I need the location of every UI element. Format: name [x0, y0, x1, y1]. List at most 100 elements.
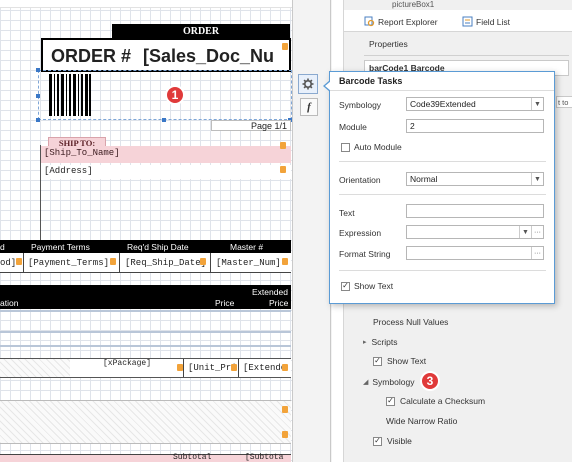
text-input[interactable]: [406, 204, 544, 218]
detail-header: ation Price Extended Price: [0, 285, 291, 309]
property-value-partial[interactable]: t to: [556, 96, 572, 108]
divider: [23, 253, 24, 273]
header-value: [Master_Num]: [216, 258, 281, 268]
auto-module-checkbox[interactable]: Auto Module: [341, 142, 402, 152]
field-marker: [280, 166, 286, 173]
field-marker: [16, 258, 22, 265]
field-marker: [282, 43, 288, 50]
field-marker: [282, 406, 288, 413]
divider: [183, 359, 184, 377]
format-string-input[interactable]: ···: [406, 246, 544, 260]
ship-to-name-field[interactable]: [Ship_To_Name]: [41, 142, 291, 163]
divider: [210, 253, 211, 273]
sales-doc-field: [Sales_Doc_Nu: [143, 46, 275, 66]
address-field[interactable]: [Address]: [41, 165, 291, 179]
tab-field-list[interactable]: Field List: [462, 13, 510, 30]
checkbox-checked-icon[interactable]: ✓: [373, 436, 382, 446]
popup-title: Barcode Tasks: [339, 76, 403, 86]
divider: [238, 359, 239, 377]
tree-item[interactable]: pictureBox1: [364, 0, 564, 10]
page-number-field[interactable]: Page 1/1: [211, 120, 291, 131]
resize-handle[interactable]: [162, 118, 166, 122]
property-process-null-values[interactable]: Process Null Values: [373, 317, 448, 327]
divider: [364, 55, 569, 56]
divider: [330, 90, 554, 91]
header-value: [Req_Ship_Date]: [125, 258, 207, 268]
header-value: [Payment_Terms]: [28, 258, 110, 268]
collapse-arrow-icon: ◢: [363, 379, 369, 386]
chevron-down-icon[interactable]: ▼: [531, 98, 543, 110]
band-separator[interactable]: [0, 331, 291, 333]
divider: [339, 194, 546, 195]
property-scripts[interactable]: ▸ Scripts: [363, 337, 398, 347]
resize-handle[interactable]: [36, 68, 40, 72]
detail-cell: [Extende: [243, 363, 287, 373]
header-values-row[interactable]: od] [Payment_Terms] [Req_Ship_Date] [Mas…: [0, 253, 291, 273]
property-label: Symbology: [372, 377, 415, 387]
order-number-box[interactable]: ORDER # [Sales_Doc_Nu: [41, 38, 291, 72]
expression-input[interactable]: ▼ ···: [406, 225, 544, 239]
property-label: Calculate a Checksum: [400, 396, 486, 406]
field-list-icon: [462, 16, 473, 27]
smart-tag-gutter: [292, 0, 332, 462]
orientation-label: Orientation: [339, 175, 381, 185]
divider: [339, 161, 546, 162]
detail-cell: [xPackage]: [103, 359, 152, 368]
checkbox-unchecked-icon[interactable]: [341, 142, 350, 152]
resize-handle[interactable]: [36, 94, 40, 98]
chevron-down-icon[interactable]: ▼: [519, 226, 531, 238]
detail-header-extended-price: Price: [269, 298, 289, 308]
detail-header-price: Price: [215, 298, 235, 308]
smart-tag-gear-button[interactable]: [298, 74, 318, 94]
ellipsis-button[interactable]: ···: [531, 247, 543, 259]
hatched-band[interactable]: [0, 400, 291, 444]
footer-row[interactable]: Subtotal [Subtota: [0, 453, 291, 462]
property-show-text[interactable]: ✓ Show Text: [373, 356, 426, 366]
report-design-surface[interactable]: ORDER ORDER # [Sales_Doc_Nu Page 1/1 SHI…: [0, 0, 292, 462]
show-text-label: Show Text: [354, 281, 394, 291]
band-separator[interactable]: [0, 345, 291, 347]
resize-handle[interactable]: [36, 118, 40, 122]
top-band-strip: [0, 0, 292, 8]
detail-cell: [Unit_Pri: [188, 363, 237, 373]
field-marker: [282, 258, 288, 265]
checkbox-checked-icon[interactable]: ✓: [386, 396, 395, 406]
barcode-icon: [49, 74, 91, 116]
ellipsis-button[interactable]: ···: [531, 226, 543, 238]
show-text-checkbox[interactable]: ✓ Show Text: [341, 281, 393, 291]
expression-smart-tag-button[interactable]: f: [300, 98, 318, 116]
checkbox-checked-icon[interactable]: ✓: [341, 281, 350, 291]
property-label: Show Text: [387, 356, 427, 366]
detail-row[interactable]: [xPackage] [Unit_Pri [Extende: [0, 358, 291, 378]
chevron-down-icon[interactable]: ▼: [531, 173, 543, 185]
callout-badge: 1: [165, 85, 185, 105]
field-marker: [282, 364, 288, 371]
orientation-dropdown[interactable]: Normal ▼: [406, 172, 544, 186]
symbology-dropdown[interactable]: Code39Extended ▼: [406, 97, 544, 111]
checkbox-checked-icon[interactable]: ✓: [373, 356, 382, 366]
divider: [119, 253, 120, 273]
column-header: Req'd Ship Date: [127, 242, 189, 252]
divider: [339, 270, 546, 271]
module-value: 2: [410, 121, 415, 131]
hatched-area: [0, 359, 70, 377]
format-string-label: Format String: [339, 249, 391, 259]
footer-cell: [Subtota: [245, 453, 284, 462]
orientation-value: Normal: [410, 174, 438, 184]
report-explorer-icon: [364, 16, 375, 27]
header-value: od]: [0, 258, 17, 268]
symbology-label: Symbology: [339, 100, 382, 110]
property-wide-narrow-ratio[interactable]: Wide Narrow Ratio: [386, 416, 457, 426]
property-visible[interactable]: ✓ Visible: [373, 436, 412, 446]
module-input[interactable]: 2: [406, 119, 544, 133]
band-separator[interactable]: [0, 310, 291, 312]
symbology-value: Code39Extended: [410, 99, 476, 109]
gear-icon: [302, 78, 314, 90]
tab-report-explorer[interactable]: Report Explorer: [364, 13, 438, 30]
order-title[interactable]: ORDER: [112, 24, 290, 38]
field-marker: [282, 431, 288, 438]
property-calculate-checksum[interactable]: ✓ Calculate a Checksum: [386, 396, 485, 406]
expand-arrow-icon: ▸: [363, 339, 367, 346]
text-label: Text: [339, 208, 355, 218]
property-symbology[interactable]: ◢ Symbology: [363, 377, 414, 387]
